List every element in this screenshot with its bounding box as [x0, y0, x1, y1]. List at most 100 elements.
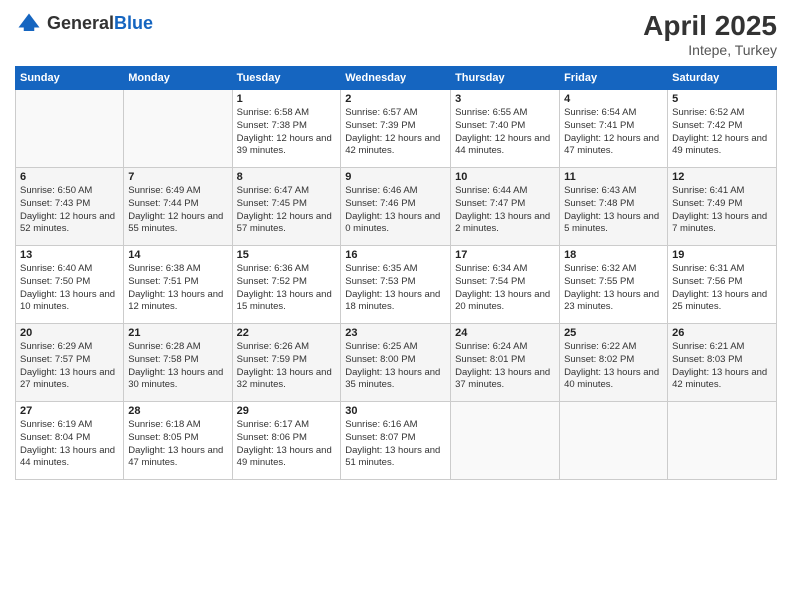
day-number: 28 [128, 405, 227, 417]
location-subtitle: Intepe, Turkey [643, 42, 777, 58]
calendar-cell [560, 402, 668, 480]
day-number: 13 [20, 249, 119, 261]
day-info: Sunrise: 6:46 AM Sunset: 7:46 PM Dayligh… [345, 185, 446, 236]
day-number: 30 [345, 405, 446, 417]
day-number: 12 [672, 171, 772, 183]
calendar-cell: 22Sunrise: 6:26 AM Sunset: 7:59 PM Dayli… [232, 324, 341, 402]
header: GeneralBlue April 2025 Intepe, Turkey [15, 10, 777, 58]
day-number: 27 [20, 405, 119, 417]
day-info: Sunrise: 6:54 AM Sunset: 7:41 PM Dayligh… [564, 107, 663, 158]
day-number: 20 [20, 327, 119, 339]
weekday-header-monday: Monday [124, 67, 232, 90]
calendar-cell: 11 Sunrise: 6:43 AM Sunset: 7:48 PM Dayli… [560, 168, 668, 246]
calendar-cell: 2Sunrise: 6:57 AM Sunset: 7:39 PM Daylig… [341, 90, 451, 168]
logo-icon [15, 10, 43, 38]
day-info: Sunrise: 6:19 AM Sunset: 8:04 PM Dayligh… [20, 419, 119, 470]
calendar-cell: 17 Sunrise: 6:34 AM Sunset: 7:54 PM Dayli… [451, 246, 560, 324]
calendar-cell: 30 Sunrise: 6:16 AM Sunset: 8:07 PM Dayli… [341, 402, 451, 480]
day-number: 24 [455, 327, 555, 339]
calendar-cell [124, 90, 232, 168]
day-info: Sunrise: 6:28 AM Sunset: 7:58 PM Dayligh… [128, 341, 227, 392]
calendar-cell: 14Sunrise: 6:38 AM Sunset: 7:51 PM Dayli… [124, 246, 232, 324]
day-number: 5 [672, 93, 772, 105]
calendar-cell: 25 Sunrise: 6:22 AM Sunset: 8:02 PM Dayli… [560, 324, 668, 402]
calendar-week-row: 6 Sunrise: 6:50 AM Sunset: 7:43 PM Daylig… [16, 168, 777, 246]
day-info: Sunrise: 6:55 AM Sunset: 7:40 PM Dayligh… [455, 107, 555, 158]
title-block: April 2025 Intepe, Turkey [643, 10, 777, 58]
day-info: Sunrise: 6:44 AM Sunset: 7:47 PM Dayligh… [455, 185, 555, 236]
calendar-cell: 8 Sunrise: 6:47 AM Sunset: 7:45 PM Daylig… [232, 168, 341, 246]
calendar-cell: 12 Sunrise: 6:41 AM Sunset: 7:49 PM Dayli… [668, 168, 777, 246]
calendar-cell: 28 Sunrise: 6:18 AM Sunset: 8:05 PM Dayli… [124, 402, 232, 480]
day-info: Sunrise: 6:31 AM Sunset: 7:56 PM Dayligh… [672, 263, 772, 314]
day-number: 18 [564, 249, 663, 261]
day-number: 14 [128, 249, 227, 261]
logo-text: GeneralBlue [47, 14, 153, 34]
day-number: 29 [237, 405, 337, 417]
weekday-header-thursday: Thursday [451, 67, 560, 90]
day-info: Sunrise: 6:47 AM Sunset: 7:45 PM Dayligh… [237, 185, 337, 236]
calendar-cell: 26Sunrise: 6:21 AM Sunset: 8:03 PM Dayli… [668, 324, 777, 402]
day-number: 1 [237, 93, 337, 105]
logo: GeneralBlue [15, 10, 153, 38]
day-info: Sunrise: 6:35 AM Sunset: 7:53 PM Dayligh… [345, 263, 446, 314]
calendar-cell: 7Sunrise: 6:49 AM Sunset: 7:44 PM Daylig… [124, 168, 232, 246]
day-info: Sunrise: 6:36 AM Sunset: 7:52 PM Dayligh… [237, 263, 337, 314]
day-info: Sunrise: 6:43 AM Sunset: 7:48 PM Dayligh… [564, 185, 663, 236]
calendar-cell: 3 Sunrise: 6:55 AM Sunset: 7:40 PM Daylig… [451, 90, 560, 168]
day-info: Sunrise: 6:57 AM Sunset: 7:39 PM Dayligh… [345, 107, 446, 158]
day-info: Sunrise: 6:18 AM Sunset: 8:05 PM Dayligh… [128, 419, 227, 470]
day-info: Sunrise: 6:34 AM Sunset: 7:54 PM Dayligh… [455, 263, 555, 314]
day-info: Sunrise: 6:24 AM Sunset: 8:01 PM Dayligh… [455, 341, 555, 392]
calendar-cell: 24 Sunrise: 6:24 AM Sunset: 8:01 PM Dayli… [451, 324, 560, 402]
calendar-cell: 6 Sunrise: 6:50 AM Sunset: 7:43 PM Daylig… [16, 168, 124, 246]
calendar-cell: 15 Sunrise: 6:36 AM Sunset: 7:52 PM Dayli… [232, 246, 341, 324]
logo-blue: Blue [114, 13, 153, 33]
calendar-cell: 10 Sunrise: 6:44 AM Sunset: 7:47 PM Dayli… [451, 168, 560, 246]
calendar-cell [16, 90, 124, 168]
weekday-header-friday: Friday [560, 67, 668, 90]
day-number: 11 [564, 171, 663, 183]
calendar-week-row: 13 Sunrise: 6:40 AM Sunset: 7:50 PM Dayli… [16, 246, 777, 324]
day-info: Sunrise: 6:17 AM Sunset: 8:06 PM Dayligh… [237, 419, 337, 470]
weekday-header-wednesday: Wednesday [341, 67, 451, 90]
calendar-cell: 27 Sunrise: 6:19 AM Sunset: 8:04 PM Dayli… [16, 402, 124, 480]
calendar-week-row: 27 Sunrise: 6:19 AM Sunset: 8:04 PM Dayli… [16, 402, 777, 480]
month-title: April 2025 [643, 10, 777, 42]
day-number: 10 [455, 171, 555, 183]
day-number: 9 [345, 171, 446, 183]
day-number: 16 [345, 249, 446, 261]
calendar-cell: 29 Sunrise: 6:17 AM Sunset: 8:06 PM Dayli… [232, 402, 341, 480]
calendar-cell [668, 402, 777, 480]
calendar-cell: 16 Sunrise: 6:35 AM Sunset: 7:53 PM Dayli… [341, 246, 451, 324]
day-number: 17 [455, 249, 555, 261]
calendar-cell: 20 Sunrise: 6:29 AM Sunset: 7:57 PM Dayli… [16, 324, 124, 402]
calendar-cell: 21 Sunrise: 6:28 AM Sunset: 7:58 PM Dayli… [124, 324, 232, 402]
day-info: Sunrise: 6:25 AM Sunset: 8:00 PM Dayligh… [345, 341, 446, 392]
calendar-cell: 13 Sunrise: 6:40 AM Sunset: 7:50 PM Dayli… [16, 246, 124, 324]
day-number: 8 [237, 171, 337, 183]
day-number: 15 [237, 249, 337, 261]
page: GeneralBlue April 2025 Intepe, Turkey Su… [0, 0, 792, 612]
calendar-cell: 23Sunrise: 6:25 AM Sunset: 8:00 PM Dayli… [341, 324, 451, 402]
weekday-header-tuesday: Tuesday [232, 67, 341, 90]
day-info: Sunrise: 6:26 AM Sunset: 7:59 PM Dayligh… [237, 341, 337, 392]
weekday-header-sunday: Sunday [16, 67, 124, 90]
day-info: Sunrise: 6:32 AM Sunset: 7:55 PM Dayligh… [564, 263, 663, 314]
day-info: Sunrise: 6:16 AM Sunset: 8:07 PM Dayligh… [345, 419, 446, 470]
day-info: Sunrise: 6:21 AM Sunset: 8:03 PM Dayligh… [672, 341, 772, 392]
day-number: 25 [564, 327, 663, 339]
weekday-header-row: SundayMondayTuesdayWednesdayThursdayFrid… [16, 67, 777, 90]
day-info: Sunrise: 6:29 AM Sunset: 7:57 PM Dayligh… [20, 341, 119, 392]
calendar-cell: 19Sunrise: 6:31 AM Sunset: 7:56 PM Dayli… [668, 246, 777, 324]
day-number: 6 [20, 171, 119, 183]
day-info: Sunrise: 6:41 AM Sunset: 7:49 PM Dayligh… [672, 185, 772, 236]
day-number: 21 [128, 327, 227, 339]
day-info: Sunrise: 6:22 AM Sunset: 8:02 PM Dayligh… [564, 341, 663, 392]
day-number: 3 [455, 93, 555, 105]
day-info: Sunrise: 6:52 AM Sunset: 7:42 PM Dayligh… [672, 107, 772, 158]
day-info: Sunrise: 6:50 AM Sunset: 7:43 PM Dayligh… [20, 185, 119, 236]
day-info: Sunrise: 6:40 AM Sunset: 7:50 PM Dayligh… [20, 263, 119, 314]
calendar-week-row: 20 Sunrise: 6:29 AM Sunset: 7:57 PM Dayli… [16, 324, 777, 402]
day-info: Sunrise: 6:58 AM Sunset: 7:38 PM Dayligh… [237, 107, 337, 158]
